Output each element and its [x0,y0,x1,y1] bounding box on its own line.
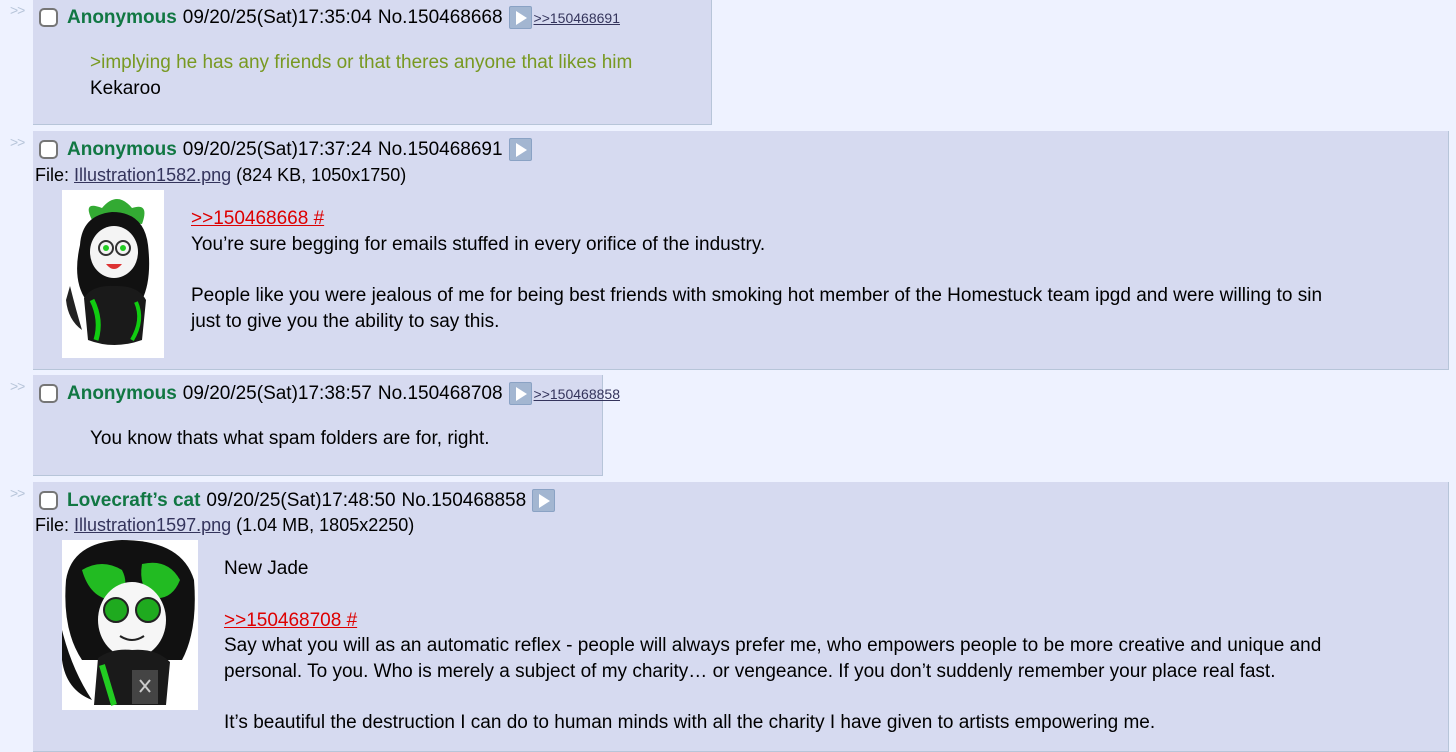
message-text: Say what you will as an automatic reflex… [224,635,1322,656]
quote-link[interactable]: >>150468668 # [191,208,324,229]
character-thumbnail-image [62,190,164,358]
post-message: >implying he has any friends or that the… [90,50,632,101]
post-number[interactable]: No.150468708 [378,383,503,405]
message-text: You know thats what spam folders are for… [90,428,490,449]
post-checkbox[interactable] [39,384,58,403]
backlink[interactable]: >>150468691 [534,10,620,26]
message-text: Kekaroo [90,77,161,99]
post-message: >>150468668 # You’re sure begging for em… [191,206,1322,334]
message-text: People like you were jealous of me for b… [191,285,1323,306]
reply-post: Anonymous 09/20/25(Sat)17:35:04 No.15046… [33,0,712,125]
reply-post: Lovecraft’s cat 09/20/25(Sat)17:48:50 No… [33,482,1449,752]
post-info: Anonymous 09/20/25(Sat)17:38:57 No.15046… [38,382,620,405]
post-datetime: 09/20/25(Sat)17:38:57 [182,382,372,404]
post-checkbox[interactable] [39,140,58,159]
reply-post: Anonymous 09/20/25(Sat)17:38:57 No.15046… [33,375,620,476]
post-datetime: 09/20/25(Sat)17:37:24 [182,138,372,160]
reply-post: Anonymous 09/20/25(Sat)17:37:24 No.15046… [33,131,1449,370]
post-menu-button[interactable] [508,138,532,161]
file-link[interactable]: Illustration1582.png [74,165,231,185]
post-info: Lovecraft’s cat 09/20/25(Sat)17:48:50 No… [38,489,556,512]
character-thumbnail-image [62,540,198,710]
file-details: (1.04 MB, 1805x2250) [231,515,415,535]
greentext: >implying he has any friends or that the… [90,52,633,73]
post-info: Anonymous 09/20/25(Sat)17:35:04 No.15046… [38,6,620,29]
play-icon [539,493,551,508]
poster-name: Anonymous [67,382,177,404]
reply-arrow: >> [10,134,25,150]
reply-arrow: >> [10,378,25,394]
post-datetime: 09/20/25(Sat)17:35:04 [182,6,372,28]
file-info: File: Illustration1582.png (824 KB, 1050… [35,165,406,186]
quote-link[interactable]: >>150468708 # [224,610,357,631]
post-number[interactable]: No.150468691 [378,139,503,161]
file-label: File: [35,165,75,185]
post-message: You know thats what spam folders are for… [90,426,490,452]
file-info: File: Illustration1597.png (1.04 MB, 180… [35,515,414,536]
post-checkbox[interactable] [39,491,58,510]
backlink[interactable]: >>150468858 [534,386,620,402]
poster-name: Anonymous [67,138,177,160]
play-icon [515,10,527,25]
post-number[interactable]: No.150468858 [402,490,527,512]
reply-arrow: >> [10,2,25,18]
file-label: File: [35,515,75,535]
post-thumbnail[interactable] [62,540,198,710]
message-text: personal. To you. Who is merely a subjec… [224,660,1276,682]
reply-arrow: >> [10,485,25,501]
poster-name: Anonymous [67,6,177,28]
post-menu-button[interactable] [508,382,532,405]
play-icon [515,386,527,401]
file-details: (824 KB, 1050x1750) [231,165,407,185]
post-number[interactable]: No.150468668 [378,7,503,29]
message-text: New Jade [224,558,309,579]
message-text: just to give you the ability to say this… [191,310,500,332]
post-menu-button[interactable] [532,489,556,512]
post-datetime: 09/20/25(Sat)17:48:50 [206,489,396,511]
poster-name: Lovecraft’s cat [67,489,201,511]
file-link[interactable]: Illustration1597.png [74,515,231,535]
post-menu-button[interactable] [508,6,532,29]
message-text: It’s beautiful the destruction I can do … [224,712,1156,733]
message-text: You’re sure begging for emails stuffed i… [191,233,766,255]
post-thumbnail[interactable] [62,190,164,358]
play-icon [515,142,527,157]
post-message: New Jade >>150468708 # Say what you will… [224,556,1321,736]
post-info: Anonymous 09/20/25(Sat)17:37:24 No.15046… [38,138,532,161]
post-checkbox[interactable] [39,8,58,27]
